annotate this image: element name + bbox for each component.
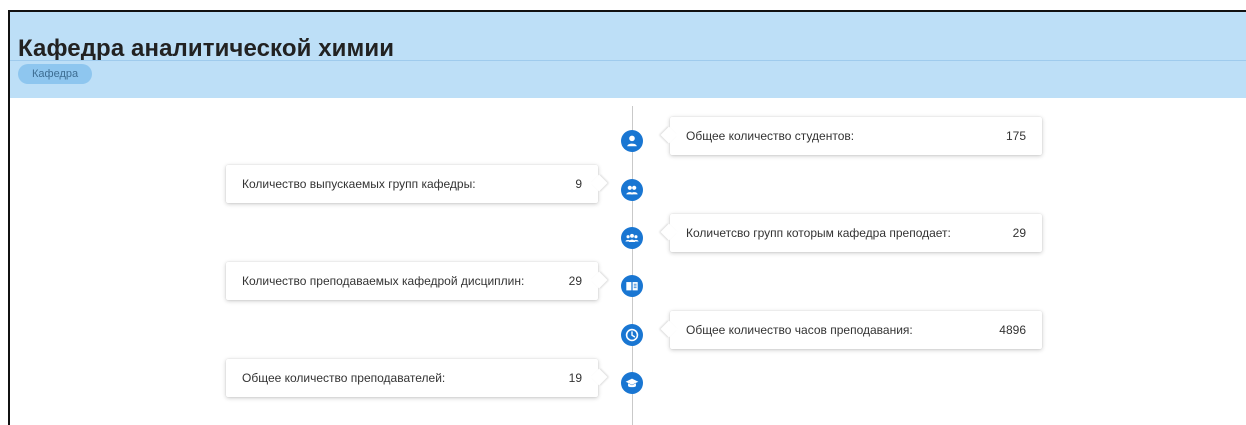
stat-value: 19 bbox=[568, 371, 582, 385]
timeline-node-taught-groups bbox=[621, 227, 643, 249]
window-frame-top bbox=[0, 0, 1246, 10]
timeline-node-students bbox=[621, 130, 643, 152]
window-frame-left bbox=[0, 10, 8, 425]
groups-icon bbox=[625, 233, 639, 242]
stat-card-teachers: Общее количество преподавателей: 19 bbox=[226, 359, 598, 397]
stat-value: 9 bbox=[575, 177, 582, 191]
stat-card-taught-groups: Количетсво групп которым кафедра препода… bbox=[670, 214, 1042, 252]
stat-label: Количетсво групп которым кафедра препода… bbox=[686, 226, 951, 240]
page-header: Кафедра аналитической химии Кафедра bbox=[10, 12, 1246, 98]
stat-label: Общее количество часов преподавания: bbox=[686, 323, 913, 337]
stat-value: 175 bbox=[1005, 129, 1026, 143]
stat-value: 4896 bbox=[999, 323, 1026, 337]
stat-label: Общее количество студентов: bbox=[686, 129, 855, 143]
people-icon bbox=[626, 185, 638, 195]
breadcrumb-chip[interactable]: Кафедра bbox=[18, 64, 93, 84]
graduation-cap-icon bbox=[625, 378, 639, 388]
stat-card-students: Общее количество студентов: 175 bbox=[670, 117, 1042, 155]
clock-icon bbox=[625, 328, 639, 342]
timeline-node-disciplines bbox=[621, 275, 643, 297]
timeline-node-teachers bbox=[621, 372, 643, 394]
stat-card-disciplines: Количество преподаваемых кафедрой дисцип… bbox=[226, 262, 598, 300]
timeline-node-graduating-groups bbox=[621, 179, 643, 201]
stat-value: 29 bbox=[1012, 226, 1026, 240]
header-divider bbox=[10, 60, 1246, 61]
stat-label: Общее количество преподавателей: bbox=[242, 371, 446, 385]
stat-card-hours: Общее количество часов преподавания: 489… bbox=[670, 311, 1042, 349]
timeline-node-hours bbox=[621, 324, 643, 346]
stat-card-graduating-groups: Количество выпускаемых групп кафедры: 9 bbox=[226, 165, 598, 203]
person-icon bbox=[627, 135, 637, 147]
book-icon bbox=[626, 282, 638, 291]
stat-label: Количество выпускаемых групп кафедры: bbox=[242, 177, 476, 191]
stat-label: Количество преподаваемых кафедрой дисцип… bbox=[242, 274, 525, 288]
stat-value: 29 bbox=[568, 274, 582, 288]
